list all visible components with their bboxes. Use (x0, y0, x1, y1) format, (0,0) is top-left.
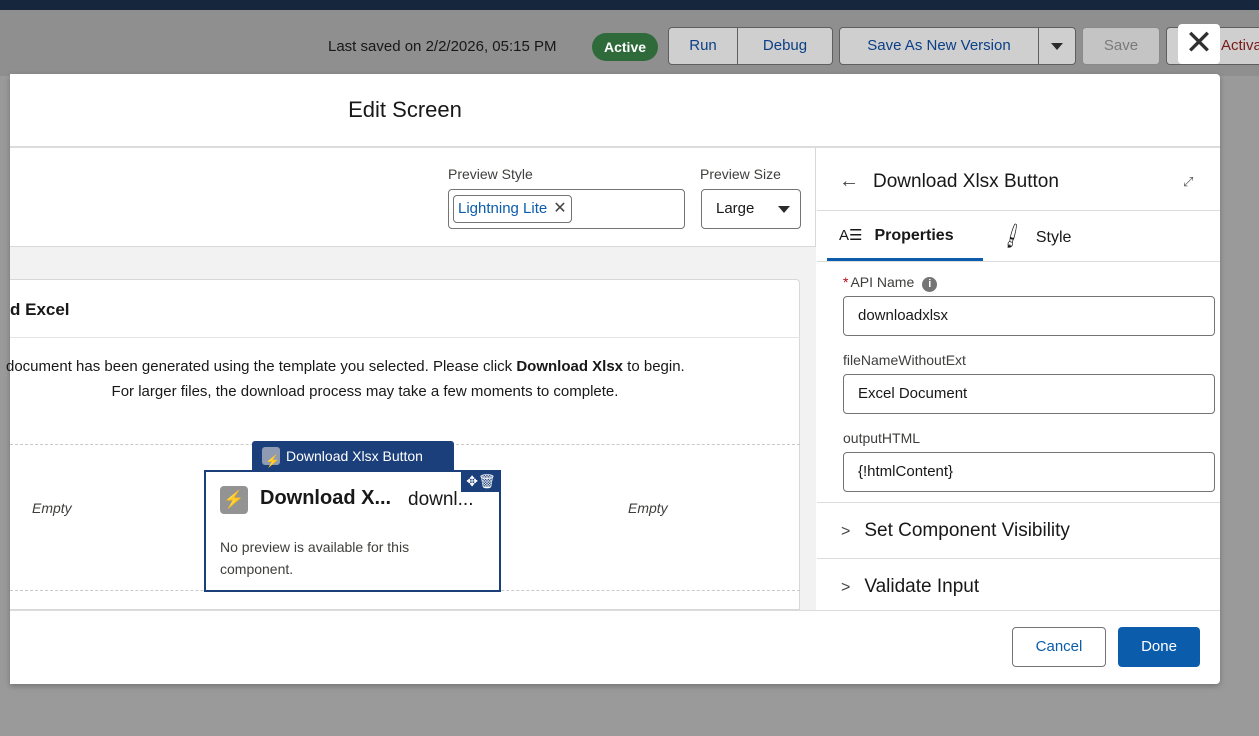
divider (817, 558, 1220, 559)
chevron-right-icon: > (841, 579, 851, 596)
preview-style-combobox[interactable]: Lightning Lite ✕ (448, 189, 685, 229)
output-html-label: outputHTML (843, 430, 921, 446)
empty-column-left[interactable]: Empty (32, 500, 72, 516)
save-button[interactable]: Save (1082, 27, 1160, 65)
status-badge: Active (592, 33, 659, 61)
panel-title: Download Xlsx Button (873, 171, 1059, 192)
divider (817, 210, 1220, 211)
preview-style-pill[interactable]: Lightning Lite ✕ (453, 195, 572, 223)
back-arrow-icon[interactable]: ← (839, 170, 859, 193)
instruction-text-line2: For larger files, the download process m… (111, 383, 619, 400)
done-button[interactable]: Done (1118, 627, 1200, 667)
api-name-label: * API Name i (843, 274, 938, 292)
download-xlsx-component[interactable]: ✥🗑 ⚡ Download X... downl... No preview i… (204, 470, 501, 592)
preview-size-value: Large (716, 200, 755, 217)
edit-screen-modal: Edit Screen Preview Style Lightning Lite… (6, 74, 1220, 684)
footer-divider (10, 610, 1220, 611)
instruction-text: document has been generated using the te… (6, 358, 685, 375)
close-modal-icon[interactable]: ✕ (1178, 24, 1220, 64)
brush-icon: 🖌 (997, 221, 1028, 251)
remove-pill-icon[interactable]: ✕ (553, 200, 566, 217)
properties-icon: A☰ (839, 227, 863, 244)
properties-panel: ← Download Xlsx Button ⤢ A☰ Properties 🖌 S… (817, 148, 1220, 610)
move-icon[interactable]: ✥ (466, 473, 478, 489)
lightning-icon (262, 446, 280, 476)
card-title: d Excel (10, 300, 70, 319)
component-api-preview: downl... (408, 489, 474, 510)
component-name: Download X... (260, 487, 392, 509)
divider (817, 502, 1220, 503)
screen-canvas-pane: Preview Style Lightning Lite ✕ Preview Si… (6, 148, 816, 610)
api-name-input[interactable]: downloadxlsx (843, 296, 1215, 336)
modal-title: Edit Screen (348, 97, 462, 122)
divider (817, 261, 1220, 262)
save-options-dropdown[interactable] (1038, 27, 1076, 65)
section-set-component-visibility[interactable]: > Set Component Visibility (841, 520, 1070, 542)
tab-properties[interactable]: A☰ Properties (839, 226, 954, 256)
chevron-down-icon (1051, 42, 1063, 50)
component-tag[interactable]: Download Xlsx Button (252, 441, 454, 476)
cancel-button[interactable]: Cancel (1012, 627, 1106, 667)
preview-style-label: Preview Style (448, 166, 533, 182)
expand-icon[interactable]: ⤢ (1183, 174, 1193, 190)
section-validate-input[interactable]: > Validate Input (841, 576, 979, 598)
lightning-icon: ⚡ (220, 486, 248, 514)
tab-style[interactable]: 🖌 Style (997, 222, 1071, 251)
chevron-down-icon (778, 206, 790, 213)
output-html-input[interactable]: {!htmlContent} (843, 452, 1215, 492)
save-as-new-version-button[interactable]: Save As New Version (839, 27, 1039, 65)
last-saved-text: Last saved on 2/2/2026, 05:15 PM (328, 38, 557, 55)
debug-button[interactable]: Debug (737, 27, 833, 65)
file-name-input[interactable]: Excel Document (843, 374, 1215, 414)
empty-column-right[interactable]: Empty (628, 500, 668, 516)
top-bar (0, 0, 1259, 10)
delete-icon[interactable]: 🗑 (478, 473, 496, 489)
chevron-right-icon: > (841, 523, 851, 540)
preview-size-select[interactable]: Large (701, 189, 801, 229)
divider (10, 337, 800, 338)
no-preview-note: No preview is available for this compone… (220, 539, 410, 577)
preview-size-label: Preview Size (700, 166, 781, 182)
info-icon[interactable]: i (922, 277, 938, 292)
builder-toolbar: Last saved on 2/2/2026, 05:15 PM Active … (0, 10, 1259, 76)
file-name-label: fileNameWithoutExt (843, 352, 966, 368)
run-button[interactable]: Run (668, 27, 738, 65)
